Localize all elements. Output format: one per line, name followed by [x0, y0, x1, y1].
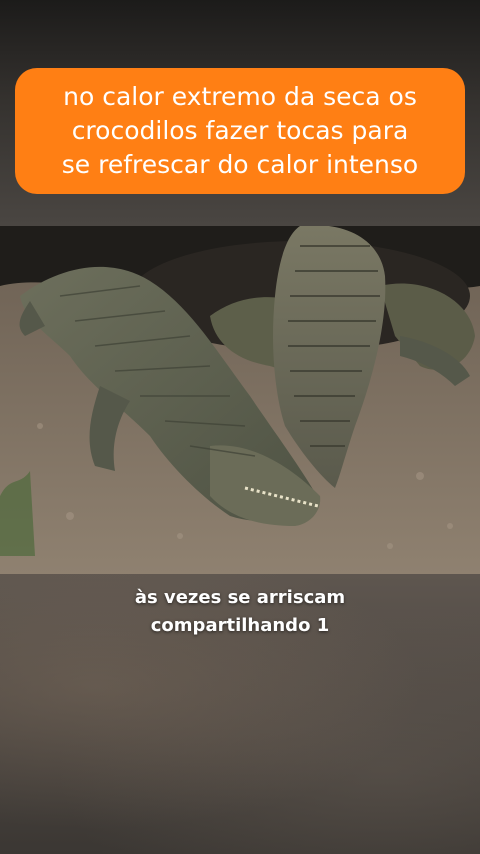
video-subtitle: às vezes se arriscam compartilhando 1	[0, 584, 480, 640]
crocodile-scene-image	[0, 226, 480, 574]
video-frame[interactable]	[0, 226, 480, 574]
subtitle-line-1: às vezes se arriscam	[134, 587, 346, 608]
caption-banner: no calor extremo da seca os crocodilos f…	[15, 68, 465, 194]
subtitle-line-2: compartilhando 1	[150, 615, 330, 636]
caption-text: no calor extremo da seca os crocodilos f…	[61, 82, 419, 179]
